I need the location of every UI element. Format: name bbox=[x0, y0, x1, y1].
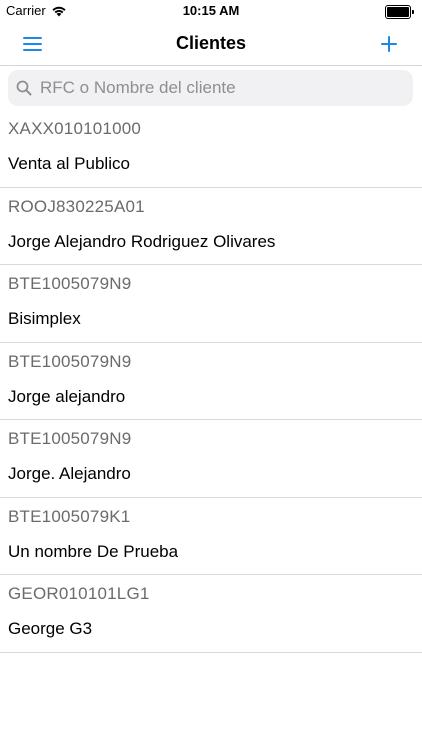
client-rfc: XAXX010101000 bbox=[8, 119, 142, 138]
client-row[interactable]: BTE1005079K1 Un nombre De Prueba bbox=[0, 498, 422, 575]
add-client-button[interactable] bbox=[378, 33, 400, 55]
client-name: Jorge Alejandro Rodriguez Olivares bbox=[8, 231, 276, 251]
search-bar bbox=[0, 66, 422, 110]
plus-icon bbox=[381, 36, 397, 52]
client-row[interactable]: BTE1005079N9 Bisimplex bbox=[0, 265, 422, 343]
client-row[interactable]: BTE1005079N9 Jorge alejandro bbox=[0, 343, 422, 420]
menu-button[interactable] bbox=[22, 35, 44, 53]
client-name: Bisimplex bbox=[8, 309, 81, 328]
battery-icon bbox=[385, 5, 414, 19]
hamburger-menu-icon bbox=[23, 37, 42, 51]
client-rfc: GEOR010101LG1 bbox=[8, 584, 150, 603]
client-rfc: BTE1005079N9 bbox=[8, 429, 132, 448]
client-name: Jorge. Alejandro bbox=[8, 464, 131, 483]
search-input[interactable] bbox=[38, 77, 402, 99]
client-row[interactable]: GEOR010101LG1 George G3 bbox=[0, 575, 422, 653]
search-field[interactable] bbox=[8, 70, 413, 106]
client-rfc: BTE1005079N9 bbox=[8, 274, 132, 293]
page-title: Clientes bbox=[175, 33, 247, 53]
client-rfc: BTE1005079K1 bbox=[8, 506, 131, 526]
client-row[interactable]: ROOJ830225A01 Jorge Alejandro Rodriguez … bbox=[0, 188, 422, 265]
client-name: Un nombre De Prueba bbox=[8, 541, 179, 561]
status-bar: Carrier 10:15 AM bbox=[0, 0, 422, 22]
client-rfc: ROOJ830225A01 bbox=[8, 196, 145, 216]
client-rfc: BTE1005079N9 bbox=[8, 351, 132, 371]
client-row[interactable]: BTE1005079N9 Jorge. Alejandro bbox=[0, 420, 422, 498]
client-list: XAXX010101000 Venta al Publico ROOJ83022… bbox=[0, 110, 422, 653]
client-name: Venta al Publico bbox=[8, 154, 130, 173]
search-icon bbox=[16, 80, 32, 96]
client-row[interactable]: XAXX010101000 Venta al Publico bbox=[0, 110, 422, 188]
client-name: George G3 bbox=[8, 619, 93, 638]
navigation-bar: Clientes bbox=[0, 22, 422, 66]
client-name: Jorge alejandro bbox=[8, 386, 126, 406]
status-time: 10:15 AM bbox=[182, 3, 240, 18]
